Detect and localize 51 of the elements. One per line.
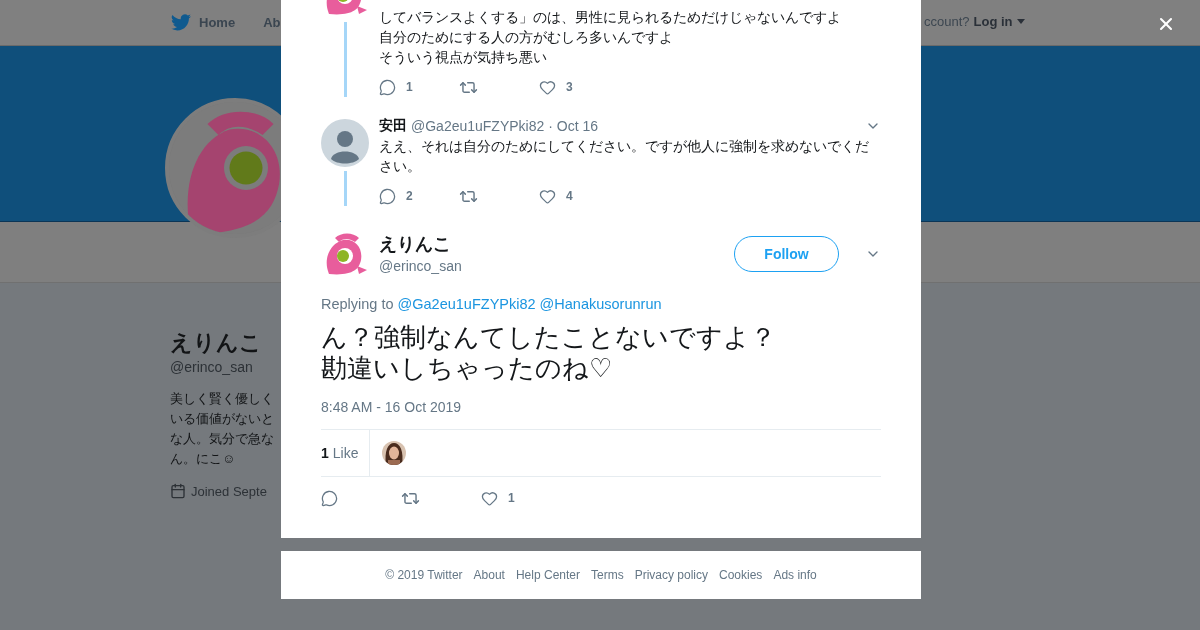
footer-link[interactable]: Cookies (719, 568, 763, 582)
profile-bio-line: な人。気分で急な (170, 430, 274, 448)
footer-link[interactable]: Ads info (773, 568, 817, 582)
tweet-text: 自分のためにする人の方がむしろ多いんですよ (379, 28, 674, 47)
tweet-text: してバランスよくする」のは、男性に見られるためだけじゃないんですよ (379, 8, 842, 27)
tweet-timestamp: 8:48 AM - 16 Oct 2019 (321, 398, 463, 417)
author-name: えりんこ (379, 233, 452, 256)
footer-link[interactable]: © 2019 Twitter (385, 568, 463, 582)
reply-icon[interactable] (379, 78, 396, 96)
reply-count: 1 (406, 80, 413, 94)
tweet-text: そういう視点が気持ち悪い (379, 48, 548, 67)
profile-handle: @erinco_san (170, 358, 253, 377)
profile-name: えりんこ (170, 329, 262, 357)
heart-icon[interactable] (539, 187, 556, 205)
like-count: 3 (566, 80, 573, 94)
default-avatar-icon (321, 119, 369, 167)
footer-link[interactable]: Privacy policy (634, 568, 708, 582)
follow-button[interactable]: Follow (734, 236, 839, 272)
replying-label: Replying to (321, 295, 394, 314)
like-count: 1 (508, 491, 515, 505)
reply-icon[interactable] (379, 187, 396, 205)
profile-bio-line: いる価値がないと (170, 410, 274, 428)
like-label: Like (332, 445, 359, 461)
like-count: 4 (566, 189, 573, 203)
calendar-icon (170, 483, 186, 499)
footer-link[interactable]: Terms (591, 568, 624, 582)
footer-link[interactable]: Help Center (515, 568, 580, 582)
reply-icon[interactable] (321, 489, 338, 507)
like-total: 1 (321, 445, 329, 461)
reply-count: 2 (406, 189, 413, 203)
profile-bio-line: 美しく賢く優しく (170, 390, 274, 408)
mention-link[interactable]: @Ga2eu1uFZYPki82 (397, 294, 536, 314)
caret-icon (1016, 19, 1025, 24)
tweet-date: · Oct 16 (548, 118, 600, 134)
author-handle: @Ga2eu1uFZYPki82 (411, 118, 545, 134)
author-name: 安田 (379, 117, 407, 135)
login-link[interactable]: Log in (973, 14, 1013, 29)
tweet-text: ええ、それは自分のためにしてください。ですが他人に強制を求めないでください。 (379, 137, 870, 176)
account-prompt: ccount? (924, 14, 970, 29)
heart-icon[interactable] (539, 78, 556, 96)
author-handle: @erinco_san (379, 257, 463, 276)
mention-link[interactable]: @Hanakusorunrun (539, 294, 662, 314)
bird-icon (171, 14, 191, 31)
nav-link[interactable]: Home (199, 15, 236, 30)
nav-link[interactable]: Ab (263, 15, 281, 30)
tweet-text: ん？強制なんてしたことないですよ？ (321, 322, 776, 353)
tweet-text: 勘違いしちゃったのね♡ (321, 353, 613, 384)
heart-icon[interactable] (481, 489, 498, 507)
joined-date: Joined Septe (191, 483, 267, 499)
profile-bio-line: ん。にこ☺ (170, 450, 236, 468)
footer-link[interactable]: About (473, 568, 505, 582)
